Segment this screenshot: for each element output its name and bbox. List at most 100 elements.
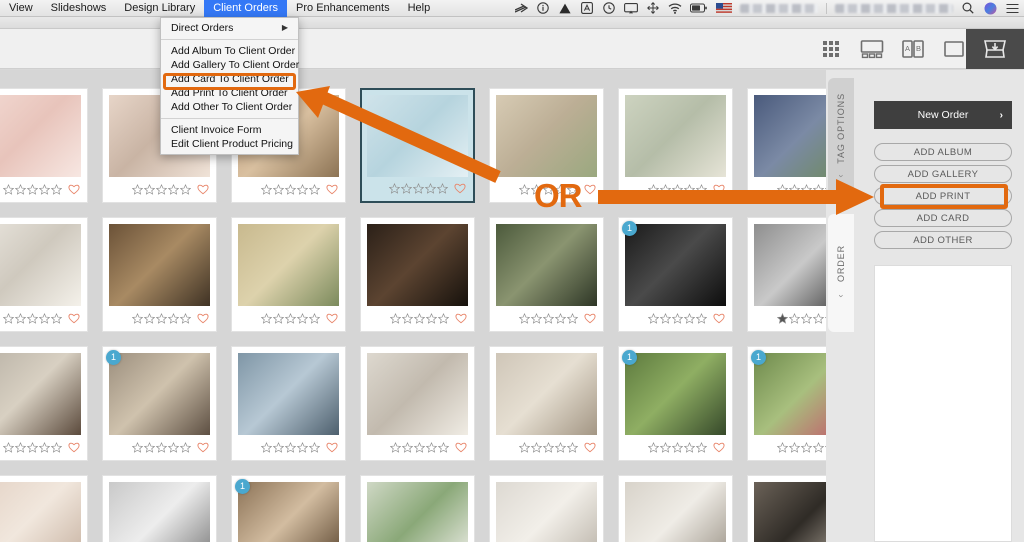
thumbnail-card[interactable] <box>489 346 604 461</box>
star-rating[interactable] <box>519 312 578 324</box>
menu-item-add-other-to-client-order[interactable]: Add Other To Client Order <box>161 100 298 114</box>
star-rating[interactable] <box>132 312 191 324</box>
favorite-heart-icon[interactable] <box>713 183 725 195</box>
info-circle-icon[interactable] <box>536 2 550 15</box>
sidebar-tab-order[interactable]: ORDER › <box>828 214 854 332</box>
add-card-button[interactable]: ADD CARD <box>874 209 1012 227</box>
filmstrip-view-icon[interactable] <box>860 38 884 60</box>
thumbnail-card[interactable]: 1 <box>618 346 733 461</box>
thumbnail-card[interactable] <box>360 88 475 203</box>
menu-item-add-print-to-client-order[interactable]: Add Print To Client Order <box>161 86 298 100</box>
menu-bar-item-slideshows[interactable]: Slideshows <box>42 0 116 17</box>
add-print-button[interactable]: ADD PRINT <box>874 187 1012 205</box>
send-arrow-icon[interactable] <box>514 2 528 15</box>
compare-view-icon[interactable]: AB <box>901 38 925 60</box>
thumbnail-card[interactable] <box>360 217 475 332</box>
star-rating[interactable] <box>390 441 449 453</box>
star-rating[interactable] <box>777 441 826 453</box>
thumbnail-card[interactable]: 1 <box>102 346 217 461</box>
menu-item-client-invoice-form[interactable]: Client Invoice Form <box>161 123 298 137</box>
thumbnail-card[interactable] <box>489 475 604 542</box>
menu-bar-item-design-library[interactable]: Design Library <box>115 0 204 17</box>
thumbnail-card[interactable] <box>360 346 475 461</box>
favorite-heart-icon[interactable] <box>326 183 338 195</box>
battery-icon[interactable] <box>690 2 708 15</box>
thumbnail-card[interactable] <box>747 217 826 332</box>
a-box-icon[interactable] <box>580 2 594 15</box>
star-rating[interactable] <box>132 441 191 453</box>
menu-item-edit-client-product-pricing[interactable]: Edit Client Product Pricing <box>161 137 298 151</box>
thumbnail-card[interactable] <box>489 88 604 203</box>
menu-bar-item-help[interactable]: Help <box>399 0 440 17</box>
add-gallery-button[interactable]: ADD GALLERY <box>874 165 1012 183</box>
menu-item-add-card-to-client-order[interactable]: Add Card To Client Order <box>161 72 298 86</box>
favorite-heart-icon[interactable] <box>326 441 338 453</box>
thumbnail-card[interactable] <box>360 475 475 542</box>
star-rating[interactable] <box>648 312 707 324</box>
star-rating[interactable] <box>390 312 449 324</box>
add-album-button[interactable]: ADD ALBUM <box>874 143 1012 161</box>
favorite-heart-icon[interactable] <box>584 183 596 195</box>
favorite-heart-icon[interactable] <box>68 312 80 324</box>
thumbnail-card[interactable] <box>0 88 88 203</box>
thumbnail-card[interactable]: 1 <box>618 217 733 332</box>
thumbnail-card[interactable]: 1 <box>231 475 346 542</box>
thumbnail-card[interactable] <box>618 88 733 203</box>
menu-item-add-album-to-client-order[interactable]: Add Album To Client Order <box>161 44 298 58</box>
airplay-screen-icon[interactable] <box>624 2 638 15</box>
star-rating[interactable] <box>648 183 707 195</box>
client-orders-dropdown-menu[interactable]: Direct Orders ▶ Add Album To Client Order A… <box>160 17 299 155</box>
order-contents-panel[interactable] <box>874 265 1012 542</box>
search-icon[interactable] <box>961 2 975 15</box>
menu-item-direct-orders[interactable]: Direct Orders ▶ <box>161 21 298 35</box>
thumbnail-grid-area[interactable]: 1 1 1 1 1 <box>0 70 826 542</box>
notification-list-icon[interactable] <box>1005 2 1019 15</box>
thumbnail-card[interactable] <box>0 346 88 461</box>
import-icon[interactable] <box>966 29 1024 69</box>
grid-view-icon[interactable] <box>819 38 843 60</box>
thumbnail-card[interactable] <box>618 475 733 542</box>
star-rating[interactable] <box>3 312 62 324</box>
dropbox-triangle-icon[interactable] <box>558 2 572 15</box>
favorite-heart-icon[interactable] <box>713 312 725 324</box>
menu-bar-item-view[interactable]: View <box>0 0 42 17</box>
single-view-icon[interactable] <box>942 38 966 60</box>
move-arrows-icon[interactable] <box>646 2 660 15</box>
star-rating[interactable] <box>648 441 707 453</box>
thumbnail-card[interactable] <box>747 88 826 203</box>
star-rating[interactable] <box>3 183 62 195</box>
thumbnail-card[interactable]: 1 <box>747 346 826 461</box>
thumbnail-card[interactable] <box>747 475 826 542</box>
sidebar-tab-tag-options[interactable]: TAG OPTIONS › <box>828 78 854 196</box>
thumbnail-card[interactable] <box>0 475 88 542</box>
star-rating[interactable] <box>519 441 578 453</box>
favorite-heart-icon[interactable] <box>455 312 467 324</box>
star-rating[interactable] <box>261 183 320 195</box>
favorite-heart-icon[interactable] <box>584 312 596 324</box>
thumbnail-card[interactable] <box>489 217 604 332</box>
favorite-heart-icon[interactable] <box>713 441 725 453</box>
thumbnail-card[interactable] <box>231 217 346 332</box>
thumbnail-card[interactable] <box>0 217 88 332</box>
star-rating[interactable] <box>261 441 320 453</box>
star-rating[interactable] <box>777 312 826 324</box>
thumbnail-card[interactable] <box>102 475 217 542</box>
add-other-button[interactable]: ADD OTHER <box>874 231 1012 249</box>
star-rating[interactable] <box>132 183 191 195</box>
favorite-heart-icon[interactable] <box>454 182 466 194</box>
favorite-heart-icon[interactable] <box>68 183 80 195</box>
wifi-icon[interactable] <box>668 2 682 15</box>
clock-icon[interactable] <box>602 2 616 15</box>
siri-icon[interactable] <box>983 2 997 15</box>
menu-bar-item-client-orders[interactable]: Client Orders <box>204 0 288 17</box>
favorite-heart-icon[interactable] <box>455 441 467 453</box>
star-rating[interactable] <box>777 183 826 195</box>
new-order-button[interactable]: New Order › <box>874 101 1012 129</box>
us-flag-icon[interactable] <box>716 2 732 15</box>
thumbnail-card[interactable] <box>102 217 217 332</box>
thumbnail-card[interactable] <box>231 346 346 461</box>
menu-item-add-gallery-to-client-order[interactable]: Add Gallery To Client Order <box>161 58 299 72</box>
favorite-heart-icon[interactable] <box>197 312 209 324</box>
star-rating[interactable] <box>389 182 448 194</box>
favorite-heart-icon[interactable] <box>584 441 596 453</box>
